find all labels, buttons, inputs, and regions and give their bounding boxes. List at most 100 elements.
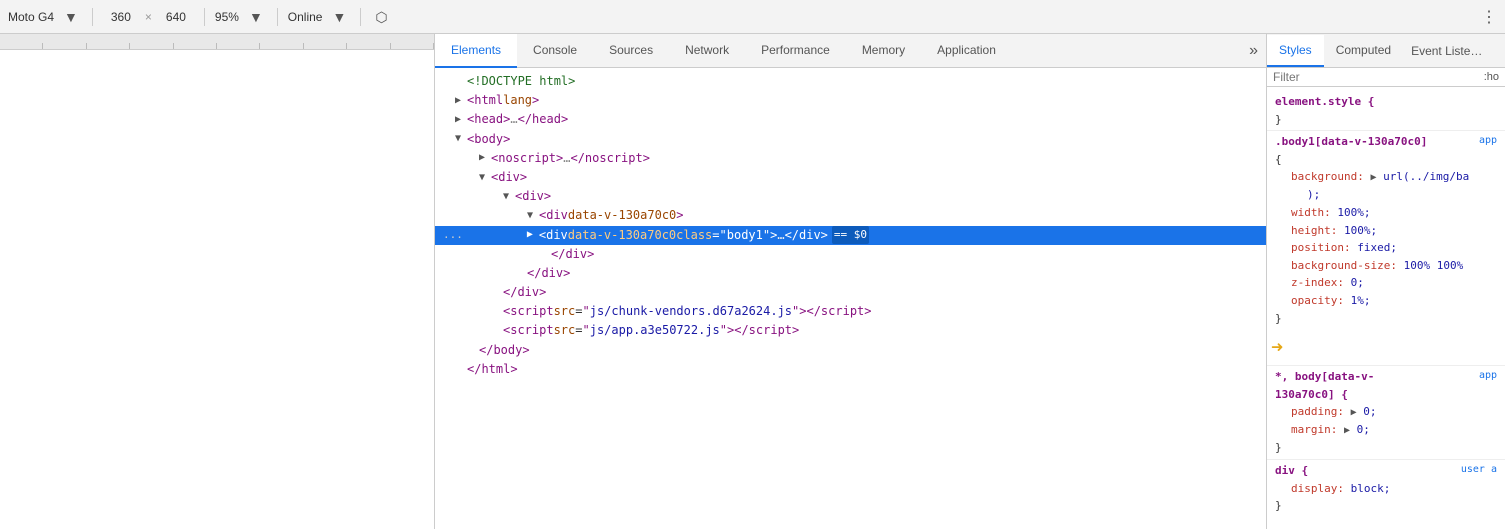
div1-tag: <div>: [491, 168, 527, 187]
tab-styles[interactable]: Styles: [1267, 35, 1324, 67]
prop-width-val: 100%;: [1337, 206, 1370, 219]
tab-event-listeners[interactable]: Event Liste…: [1403, 35, 1490, 67]
prop-opacity-val: 1%;: [1351, 294, 1371, 307]
triangle-toggle-margin[interactable]: ▶: [1344, 425, 1350, 436]
prop-padding-name: padding:: [1291, 405, 1344, 418]
prop-display: display: block;: [1291, 480, 1497, 498]
dom-node-html[interactable]: ▶ <html lang>: [435, 91, 1266, 110]
div4-toggle[interactable]: ▶: [527, 227, 539, 243]
head-ellipsis: …: [510, 110, 517, 129]
prop-background-name: background:: [1291, 170, 1364, 183]
tab-console[interactable]: Console: [517, 34, 593, 68]
triangle-toggle-bg[interactable]: ▶: [1370, 172, 1376, 183]
prop-bg-size-val: 100% 100%: [1404, 259, 1464, 272]
zoom-dropdown-arrow[interactable]: ▼: [245, 8, 267, 26]
prop-display-val: block;: [1351, 482, 1391, 495]
div4-attr2: class: [676, 226, 712, 245]
dom-node-body[interactable]: ▼ <body>: [435, 130, 1266, 149]
tab-sources[interactable]: Sources: [593, 34, 669, 68]
script2-src-link[interactable]: js/app.a3e50722.js: [590, 321, 720, 340]
prop-height-name: height:: [1291, 224, 1337, 237]
toolbar-more-icon[interactable]: ⋮: [1481, 7, 1497, 27]
dom-tree-content: <!DOCTYPE html> ▶ <html lang> ▶ <head>…<…: [435, 68, 1266, 529]
tab-application[interactable]: Application: [921, 34, 1012, 68]
div3-toggle[interactable]: ▼: [527, 208, 539, 224]
tab-elements[interactable]: Elements: [435, 34, 517, 68]
rule-div-props: display: block;: [1275, 480, 1497, 498]
div-source[interactable]: user a: [1461, 462, 1497, 478]
dom-node-html-close[interactable]: </html>: [435, 360, 1266, 379]
rule-body-star-props: padding: ▶ 0; margin: ▶ 0;: [1275, 403, 1497, 439]
body-star-selector-cont: 130a70c0] {: [1275, 388, 1348, 401]
preview-ruler: [0, 34, 434, 50]
head-toggle[interactable]: ▶: [455, 112, 467, 128]
dom-node-div1[interactable]: ▼ <div>: [435, 168, 1266, 187]
triangle-toggle-padding[interactable]: ▶: [1351, 407, 1357, 418]
tab-memory[interactable]: Memory: [846, 34, 921, 68]
dom-node-div4-selected[interactable]: ... ▶ <div data-v-130a70c0 class="body1"…: [435, 226, 1266, 245]
tab-network[interactable]: Network: [669, 34, 745, 68]
toolbar-separator-1: [92, 8, 93, 26]
toggle-empty4: [491, 304, 503, 320]
ruler-mark: [217, 43, 260, 49]
script1-tag: <script: [503, 302, 554, 321]
rule-body1-props: background: ▶ url(../img/ba ); width: 10…: [1275, 168, 1497, 309]
rule-body1-close: }: [1275, 310, 1497, 328]
height-input[interactable]: [158, 10, 194, 24]
dom-node-div1-close[interactable]: </div>: [435, 283, 1266, 302]
div2-tag: <div>: [515, 187, 551, 206]
toggle-empty5: [491, 323, 503, 339]
prop-opacity: opacity: 1%;: [1291, 292, 1497, 310]
prop-z-index: z-index: 0;: [1291, 274, 1497, 292]
dom-panel: Elements Console Sources Network Perform…: [435, 34, 1267, 529]
tab-computed[interactable]: Computed: [1324, 35, 1403, 67]
dom-node-div3-close[interactable]: </div>: [435, 245, 1266, 264]
dom-node-doctype[interactable]: <!DOCTYPE html>: [435, 72, 1266, 91]
script2-val-open: ": [583, 321, 590, 340]
prop-z-index-name: z-index:: [1291, 276, 1344, 289]
rule-body1-open: {: [1275, 151, 1497, 169]
div2-toggle[interactable]: ▼: [503, 189, 515, 205]
prop-bg-size-name: background-size:: [1291, 259, 1397, 272]
throttle-dropdown-arrow[interactable]: ▼: [328, 8, 350, 26]
prop-bg-size: background-size: 100% 100%: [1291, 257, 1497, 275]
dom-node-script1[interactable]: <script src="js/chunk-vendors.d67a2624.j…: [435, 302, 1266, 321]
dom-node-head[interactable]: ▶ <head>…</head>: [435, 110, 1266, 129]
prop-opacity-name: opacity:: [1291, 294, 1344, 307]
styles-panel: Styles Computed Event Liste… :ho element…: [1267, 34, 1505, 529]
rotate-icon[interactable]: ⬡: [371, 8, 391, 26]
dom-tab-more-icon[interactable]: »: [1241, 42, 1266, 60]
dom-node-body-close[interactable]: </body>: [435, 341, 1266, 360]
html-toggle[interactable]: ▶: [455, 93, 467, 109]
ruler-mark: [0, 43, 43, 49]
zoom-selector[interactable]: 95%: [215, 10, 239, 24]
dom-tabs-bar: Elements Console Sources Network Perform…: [435, 34, 1266, 68]
throttle-selector[interactable]: Online: [288, 10, 323, 24]
body1-source[interactable]: app: [1479, 133, 1497, 149]
body-toggle[interactable]: ▼: [455, 131, 467, 147]
device-dropdown-arrow[interactable]: ▼: [60, 8, 82, 26]
toggle-empty6: [467, 342, 479, 358]
rule-body1-header: .body1[data-v-130a70c0] app: [1275, 133, 1497, 151]
dom-node-noscript[interactable]: ▶ <noscript>…</noscript>: [435, 149, 1266, 168]
body-star-source[interactable]: app: [1479, 368, 1497, 384]
tab-performance[interactable]: Performance: [745, 34, 846, 68]
width-input[interactable]: [103, 10, 139, 24]
dom-node-div2[interactable]: ▼ <div>: [435, 187, 1266, 206]
html-tag-close: >: [532, 91, 539, 110]
dom-node-div2-close[interactable]: </div>: [435, 264, 1266, 283]
ruler-mark: [304, 43, 347, 49]
dom-node-div3[interactable]: ▼ <div data-v-130a70c0>: [435, 206, 1266, 225]
div2-close-tag: </div>: [527, 264, 570, 283]
rule-div-close: }: [1275, 497, 1497, 515]
noscript-toggle[interactable]: ▶: [479, 150, 491, 166]
device-name-label: Moto G4: [8, 10, 54, 24]
devtools-main: Elements Console Sources Network Perform…: [0, 34, 1505, 529]
div1-toggle[interactable]: ▼: [479, 170, 491, 186]
script1-src-link[interactable]: js/chunk-vendors.d67a2624.js: [590, 302, 792, 321]
head-close-tag: </head>: [518, 110, 569, 129]
html-tag: <html: [467, 91, 503, 110]
styles-filter-input[interactable]: [1273, 70, 1484, 84]
dom-node-script2[interactable]: <script src="js/app.a3e50722.js"></scrip…: [435, 321, 1266, 340]
filter-pseudo-label[interactable]: :ho: [1484, 71, 1499, 83]
